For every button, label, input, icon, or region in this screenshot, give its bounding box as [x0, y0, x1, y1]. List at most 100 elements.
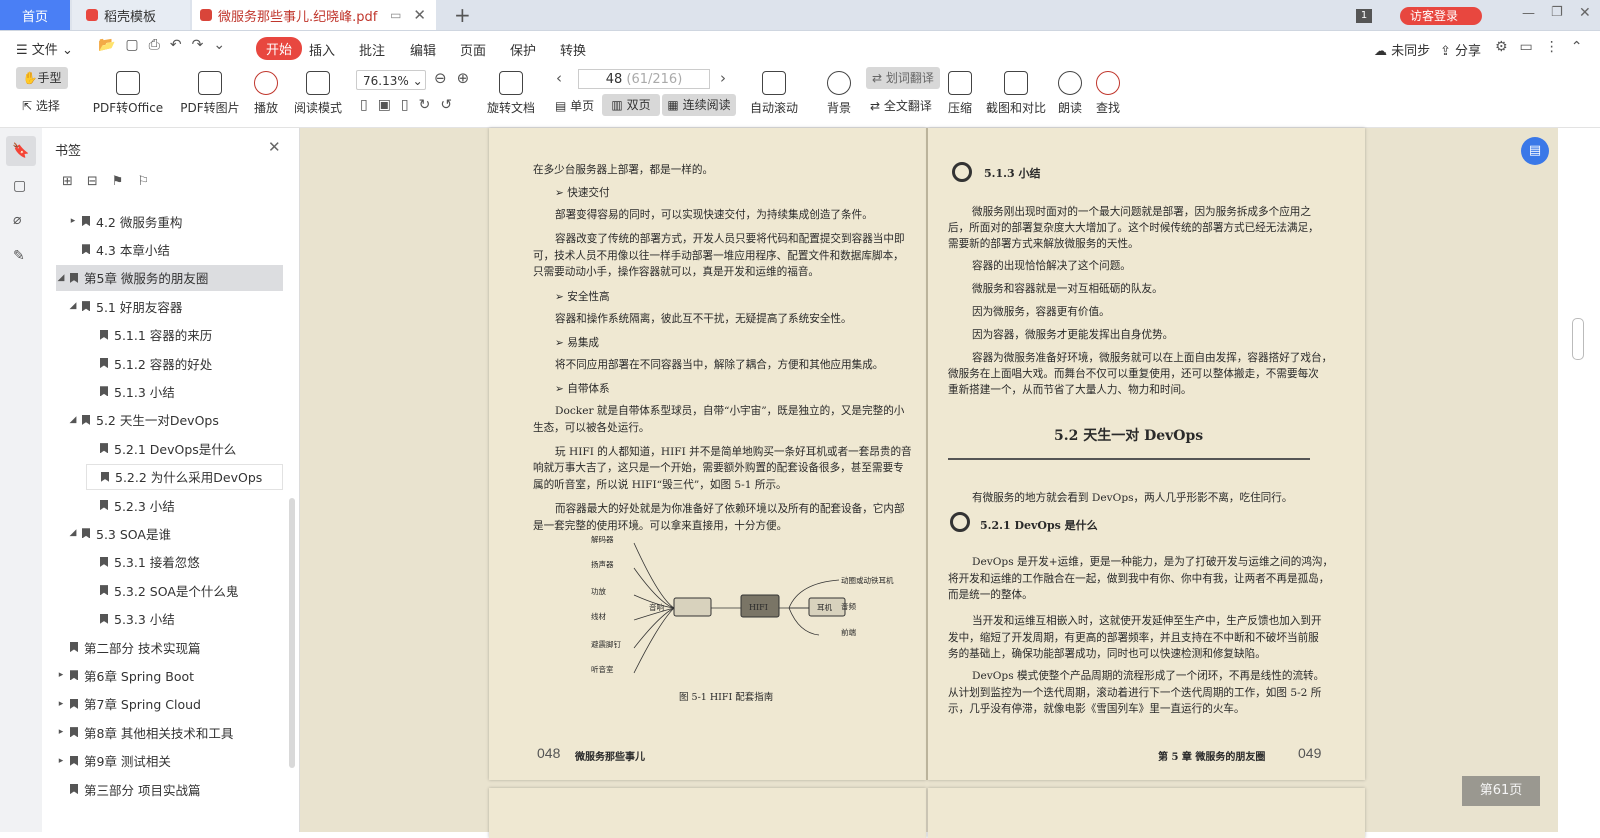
bookmark-item[interactable]: 5.1.3 小结 — [86, 378, 283, 404]
bookmark-item[interactable]: 5.2.2 为什么采用DevOps — [86, 463, 283, 490]
text-line: 容器改变了传统的部署方式，开发人员只要将代码和配置提交到容器当中即 — [555, 233, 905, 245]
next-page-icon[interactable]: › — [720, 69, 726, 87]
new-tab-button[interactable]: + — [454, 3, 471, 27]
auto-scroll-label: 自动滚动 — [749, 101, 798, 115]
close-tab-icon[interactable]: ✕ — [413, 6, 426, 24]
pdf-to-image-button[interactable]: PDF转图片 — [180, 71, 240, 116]
compress-button[interactable]: 压缩 — [946, 71, 974, 116]
share-label: 分享 — [1455, 44, 1482, 59]
menu-page[interactable]: 页面 — [460, 40, 486, 59]
fit-buttons[interactable]: ▯▣▯↻↺ — [360, 97, 462, 113]
close-window-icon[interactable]: ✕ — [1579, 5, 1591, 21]
screenshot-compare-button[interactable]: 截图和对比 — [986, 71, 1046, 116]
expand-arrow-icon[interactable]: ◢ — [68, 301, 78, 311]
text-line: 而容器最大的好处就是为你准备好了依赖环境以及所有的配套设备，它内部 — [555, 503, 905, 515]
pdf-to-office-button[interactable]: PDF转Office — [90, 71, 166, 116]
select-tool-button[interactable]: ⇱ 选择 — [22, 97, 60, 114]
bookmark-item[interactable]: ◢ 第5章 微服务的朋友圈 — [56, 264, 283, 291]
bookmark-item[interactable]: 5.1.1 容器的来历 — [86, 322, 283, 348]
full-translate-button[interactable]: ⇄ 全文翻译 — [870, 97, 932, 114]
file-menu[interactable]: ☰ 文件 ⌄ — [16, 39, 73, 58]
bookmark-icon — [70, 755, 78, 766]
word-translate-button[interactable]: ⇄ 划词翻译 — [866, 67, 940, 89]
expand-arrow-icon[interactable]: ▸ — [56, 670, 66, 680]
ocr-float-icon[interactable]: ▤ — [1521, 137, 1549, 165]
bookmark-item[interactable]: ▸ 第9章 测试相关 — [56, 748, 283, 774]
sync-label: 未同步 — [1391, 44, 1431, 59]
rotate-button[interactable]: 旋转文档 — [486, 71, 536, 116]
bookmark-item[interactable]: 4.3 本章小结 — [68, 236, 283, 262]
bookmark-panel-icon[interactable]: 🔖 — [6, 136, 36, 166]
menu-edit[interactable]: 编辑 — [410, 40, 436, 59]
bookmark-icon — [82, 216, 90, 226]
close-panel-icon[interactable]: ✕ — [268, 138, 281, 156]
zoom-buttons[interactable]: ⊖⊕ — [434, 69, 479, 87]
bookmark-icon — [70, 784, 78, 794]
signature-icon[interactable]: ✎ — [13, 248, 25, 264]
bookmark-item[interactable]: ▸ 第7章 Spring Cloud — [56, 691, 283, 717]
menu-convert[interactable]: 转换 — [560, 40, 586, 59]
quick-access-icons[interactable]: 📂▢⎙↶↷⌄ — [98, 37, 235, 53]
document-scrollbar-thumb[interactable] — [1572, 318, 1584, 360]
expand-arrow-icon[interactable]: ▸ — [56, 756, 66, 766]
expand-arrow-icon[interactable]: ◢ — [68, 528, 78, 538]
read-mode-button[interactable]: 阅读模式 — [292, 71, 344, 116]
minimize-icon[interactable]: — — [1522, 6, 1535, 21]
diagram-right-item: 音频 — [841, 602, 856, 611]
panel-scrollbar[interactable] — [289, 498, 295, 768]
expand-arrow-icon[interactable]: ◢ — [68, 415, 78, 425]
sync-status[interactable]: ☁ 未同步 — [1374, 40, 1430, 59]
restore-icon[interactable]: ❐ — [1551, 5, 1563, 20]
share-button[interactable]: ⇪ 分享 — [1440, 40, 1481, 59]
read-mode-label: 阅读模式 — [293, 101, 342, 115]
background-button[interactable]: 背景 — [822, 71, 856, 116]
diagram-left-item: 线材 — [591, 612, 606, 621]
bookmark-item[interactable]: 5.3.1 接着忽悠 — [86, 549, 283, 575]
tab-template[interactable]: 稻壳模板 — [72, 0, 190, 30]
continuous-read-button[interactable]: ▦ 连续阅读 — [662, 94, 736, 116]
expand-arrow-icon[interactable]: ▸ — [56, 699, 66, 709]
bookmark-item[interactable]: ◢ 5.1 好朋友容器 — [68, 293, 283, 319]
pin-icon[interactable]: ▭ — [390, 8, 401, 22]
prev-page-icon[interactable]: ‹ — [556, 69, 562, 87]
window-count-badge[interactable]: 1 — [1356, 9, 1372, 23]
bookmark-item[interactable]: ◢ 5.2 天生一对DevOps — [68, 407, 283, 433]
bookmark-item[interactable]: 第三部分 项目实战篇 — [56, 776, 283, 802]
settings-icons[interactable]: ⚙▭⋮⌃ — [1495, 39, 1595, 55]
thumbnail-icon[interactable]: ▢ — [13, 178, 26, 194]
menu-annotate[interactable]: 批注 — [359, 40, 385, 59]
bookmark-item[interactable]: ▸ 4.2 微服务重构 — [68, 208, 283, 234]
double-page-button[interactable]: ▥ 双页 — [602, 94, 660, 116]
diagram-node-earphone: 耳机 — [817, 603, 832, 612]
expand-arrow-icon[interactable]: ◢ — [56, 273, 66, 283]
login-button[interactable]: 访客登录 — [1400, 7, 1482, 25]
bookmark-tools[interactable]: ⊞⊟⚑⚐ — [62, 174, 163, 189]
text-line: 容器为微服务准备好环境，微服务就可以在上面自由发挥，容器搭好了戏台， — [972, 352, 1333, 364]
play-button[interactable]: 播放 — [250, 71, 282, 116]
read-aloud-button[interactable]: 朗读 — [1056, 71, 1084, 116]
expand-arrow-icon[interactable]: ▸ — [68, 216, 78, 226]
bookmark-item[interactable]: 5.1.2 容器的好处 — [86, 350, 283, 376]
bookmark-item[interactable]: 5.2.3 小结 — [86, 492, 283, 518]
bookmark-item[interactable]: ▸ 第8章 其他相关技术和工具 — [56, 719, 283, 745]
bookmark-item[interactable]: 第二部分 技术实现篇 — [56, 634, 283, 660]
hand-tool-button[interactable]: ✋手型 — [16, 67, 68, 89]
menu-start[interactable]: 开始 — [256, 37, 303, 60]
find-button[interactable]: 查找 — [1094, 71, 1122, 116]
tab-home[interactable]: 首页 — [0, 0, 70, 30]
menu-protect[interactable]: 保护 — [510, 40, 536, 59]
bookmark-item[interactable]: ◢ 5.3 SOA是谁 — [68, 520, 283, 546]
tab-document[interactable]: 微服务那些事儿.纪晓峰.pdf ▭ ✕ — [192, 0, 436, 30]
expand-arrow-icon[interactable]: ▸ — [56, 727, 66, 737]
document-viewport[interactable]: 在多少台服务器上部署，都是一样的。 ➢ 快速交付 部署变得容易的同时，可以实现快速交… — [300, 128, 1558, 838]
bookmark-item[interactable]: 5.3.3 小结 — [86, 606, 283, 632]
bookmark-item[interactable]: 5.3.2 SOA是个什么鬼 — [86, 577, 283, 603]
single-page-button[interactable]: ▤ 单页 — [555, 97, 594, 114]
bookmark-item[interactable]: 5.2.1 DevOps是什么 — [86, 435, 283, 461]
page-number-input[interactable]: 48 (61/216) — [578, 69, 710, 89]
bookmark-item[interactable]: ▸ 第6章 Spring Boot — [56, 662, 283, 688]
attachment-icon[interactable]: ⌀ — [13, 212, 21, 228]
auto-scroll-button[interactable]: 自动滚动 — [746, 71, 802, 116]
menu-insert[interactable]: 插入 — [309, 40, 335, 59]
zoom-select[interactable]: 76.13% ⌄ — [356, 70, 426, 90]
